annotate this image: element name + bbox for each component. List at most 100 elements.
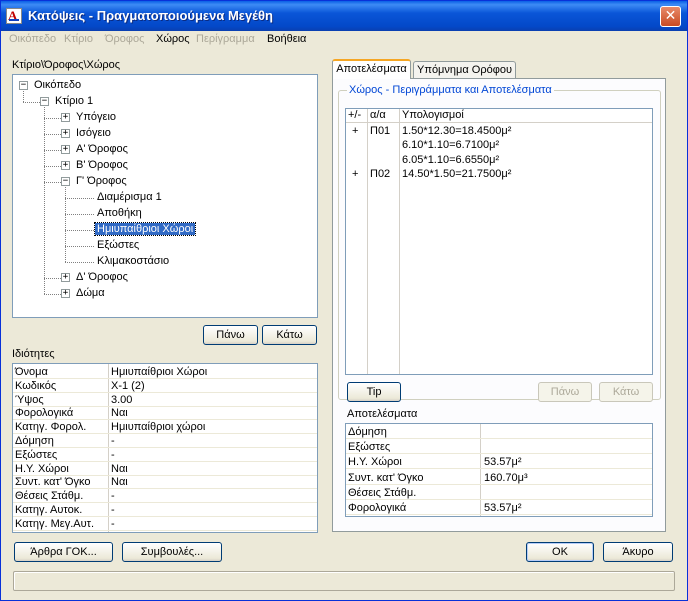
result-row[interactable]: Συντ. κατ' Όγκο 160.70μ³ <box>346 472 652 485</box>
menu-space[interactable]: Χώρος <box>156 33 190 45</box>
tab-results[interactable]: Αποτελέσματα <box>332 59 411 79</box>
result-row[interactable]: Θέσεις Στάθμ. <box>346 487 652 500</box>
property-name: Η.Υ. Χώροι <box>15 462 69 475</box>
property-value[interactable]: Ναι <box>109 463 315 476</box>
tree-down-button[interactable]: Κάτω <box>262 325 317 345</box>
tree-node-label[interactable]: Οικόπεδο <box>32 79 83 91</box>
tree-node-label[interactable]: Ισόγειο <box>74 127 113 139</box>
tree-up-button[interactable]: Πάνω <box>203 325 258 345</box>
property-value[interactable]: Ναι <box>109 476 315 489</box>
property-value[interactable]: - <box>109 449 315 462</box>
building-tree[interactable]: − Οικόπεδο − Κτίριο 1 + Υπόγειο + Ισόγειο + Α' Όρ… <box>12 74 318 318</box>
property-row[interactable]: Ύψος 3.00 <box>13 394 317 407</box>
menu-outline[interactable]: Περίγραμμα <box>196 33 255 45</box>
ok-button[interactable]: OK <box>526 542 594 562</box>
property-row[interactable]: Η.Υ. Χώροι Ναι <box>13 463 317 476</box>
tree-node-label[interactable]: Κτίριο 1 <box>53 95 95 107</box>
expand-plus-icon[interactable]: + <box>61 289 70 298</box>
expand-plus-icon[interactable]: + <box>61 273 70 282</box>
results-title: Αποτελέσματα <box>347 408 418 420</box>
calc-header-sign[interactable]: +/- <box>346 109 368 122</box>
expand-plus-icon[interactable]: + <box>61 129 70 138</box>
result-row[interactable]: Η.Υ. Χώροι 53.57μ² <box>346 456 652 470</box>
menu-building[interactable]: Κτίριο <box>64 33 93 45</box>
tips-button[interactable]: Συμβουλές... <box>122 542 222 562</box>
property-name: Κωδικός <box>15 379 57 392</box>
property-value[interactable]: Ναι <box>109 407 315 420</box>
tab-floor-legend[interactable]: Υπόμνημα Ορόφου <box>413 61 516 79</box>
expand-plus-icon[interactable]: + <box>61 145 70 154</box>
collapse-minus-icon[interactable]: − <box>61 177 70 186</box>
tree-node-label[interactable]: Β' Όροφος <box>74 159 130 171</box>
result-row[interactable]: Δόμηση <box>346 426 652 439</box>
tree-node-label[interactable]: Α' Όροφος <box>74 143 130 155</box>
property-value[interactable]: - <box>109 490 315 503</box>
property-name: Κατηγ. Αυτοκ. <box>15 504 83 516</box>
calc-header-row: +/- α/α Υπολογισμοί <box>346 109 652 122</box>
results-tab-page: Χώρος - Περιγράμματα και Αποτελέσματα +/… <box>332 78 666 532</box>
calc-header-calc[interactable]: Υπολογισμοί <box>400 109 650 122</box>
property-row[interactable]: Δόμηση - <box>13 435 317 448</box>
result-name: Εξώστες <box>348 441 391 454</box>
property-row[interactable]: Συντ. κατ' Όγκο Ναι <box>13 476 317 490</box>
calc-down-button[interactable]: Κάτω <box>599 382 653 402</box>
property-row[interactable]: Κωδικός Χ-1 (2) <box>13 380 317 393</box>
property-value[interactable]: - <box>109 504 315 517</box>
calc-row[interactable]: 6.05*1.10=6.6550μ² <box>346 154 652 167</box>
property-value[interactable]: - <box>109 518 315 531</box>
tree-node-label[interactable]: Γ' Όροφος <box>74 175 129 187</box>
calc-grid[interactable]: +/- α/α Υπολογισμοί + Π01 1.50*12.30=18.45… <box>345 108 653 375</box>
property-value[interactable]: - <box>109 435 315 448</box>
calc-row[interactable]: + Π01 1.50*12.30=18.4500μ² <box>346 125 652 138</box>
tree-node-label[interactable]: Αποθήκη <box>95 207 144 219</box>
menu-help[interactable]: Βοήθεια <box>267 33 306 45</box>
tree-node-label[interactable]: Κλιμακοστάσιο <box>95 255 171 267</box>
property-value[interactable]: 3.00 <box>109 394 315 407</box>
collapse-minus-icon[interactable]: − <box>40 97 49 106</box>
property-row[interactable]: Κατηγ. Αυτοκ. - <box>13 504 317 517</box>
calc-row[interactable]: 6.10*1.10=6.7100μ² <box>346 139 652 152</box>
tree-node-label[interactable]: Διαμέρισμα 1 <box>95 191 164 203</box>
property-value[interactable]: Ημιυπαίθριοι χώροι <box>109 421 315 434</box>
tree-node-label[interactable]: Δ' Όροφος <box>74 271 130 283</box>
result-name: Η.Υ. Χώροι <box>348 456 402 469</box>
calc-row[interactable]: + Π02 14.50*1.50=21.7500μ² <box>346 168 652 181</box>
property-row[interactable]: Θέσεις Στάθμ. - <box>13 490 317 504</box>
result-value: 160.70μ³ <box>484 471 528 484</box>
tree-connector-line <box>65 214 94 215</box>
property-row[interactable]: Εξώστες - <box>13 449 317 462</box>
property-name: Όνομα <box>15 366 48 378</box>
close-button[interactable]: ✕ <box>660 6 681 27</box>
tree-node-label[interactable]: Δώμα <box>74 287 107 299</box>
properties-grid[interactable]: Όνομα Ημιυπαίθριοι Χώροι Κωδικός Χ-1 (2) Ύψο… <box>12 363 318 533</box>
tree-node-label[interactable]: Ημιυπαίθριοι Χώροι <box>93 222 197 236</box>
title-bar[interactable]: A Κατόψεις - Πραγματοποιούμενα Μεγέθη ✕ <box>1 1 687 31</box>
property-row[interactable]: Όνομα Ημιυπαίθριοι Χώροι <box>13 366 317 379</box>
menu-bar: Οικόπεδο Κτίριο Όροφος Χώρος Περίγραμμα … <box>1 31 687 49</box>
property-name: Θέσεις Στάθμ. <box>15 490 84 503</box>
property-row[interactable]: Κατηγ. Μεγ.Αυτ. - <box>13 518 317 531</box>
result-row[interactable]: Φορολογικά 53.57μ² <box>346 502 652 515</box>
property-row[interactable]: Φορολογικά Ναι <box>13 407 317 421</box>
property-row[interactable]: Κατηγ. Φορολ. Ημιυπαίθριοι χώροι <box>13 421 317 435</box>
collapse-minus-icon[interactable]: − <box>19 81 28 90</box>
property-value[interactable]: Ημιυπαίθριοι Χώροι <box>109 366 315 379</box>
main-window: A Κατόψεις - Πραγματοποιούμενα Μεγέθη ✕ … <box>0 0 688 601</box>
menu-floor[interactable]: Όροφος <box>105 33 144 45</box>
tree-node-label[interactable]: Υπόγειο <box>74 111 118 123</box>
result-row[interactable]: Εξώστες <box>346 441 652 455</box>
tree-node-label[interactable]: Εξώστες <box>95 239 141 251</box>
tip-button[interactable]: Tip <box>347 382 401 402</box>
gok-articles-button[interactable]: Άρθρα ΓΟΚ... <box>14 542 113 562</box>
result-name: Θέσεις Στάθμ. <box>348 486 417 499</box>
calc-up-button[interactable]: Πάνω <box>538 382 592 402</box>
expand-plus-icon[interactable]: + <box>61 113 70 122</box>
cancel-button[interactable]: Άκυρο <box>603 542 673 562</box>
calc-header-id[interactable]: α/α <box>368 109 400 122</box>
property-value[interactable]: Χ-1 (2) <box>109 380 315 393</box>
menu-plot[interactable]: Οικόπεδο <box>9 33 56 45</box>
calc-sign: + <box>352 125 359 137</box>
expand-plus-icon[interactable]: + <box>61 161 70 170</box>
results-grid[interactable]: Δόμηση Εξώστες Η.Υ. Χώροι 53.57μ² Συντ. κατ'… <box>345 423 653 517</box>
result-name: Συντ. κατ' Όγκο <box>348 471 424 484</box>
